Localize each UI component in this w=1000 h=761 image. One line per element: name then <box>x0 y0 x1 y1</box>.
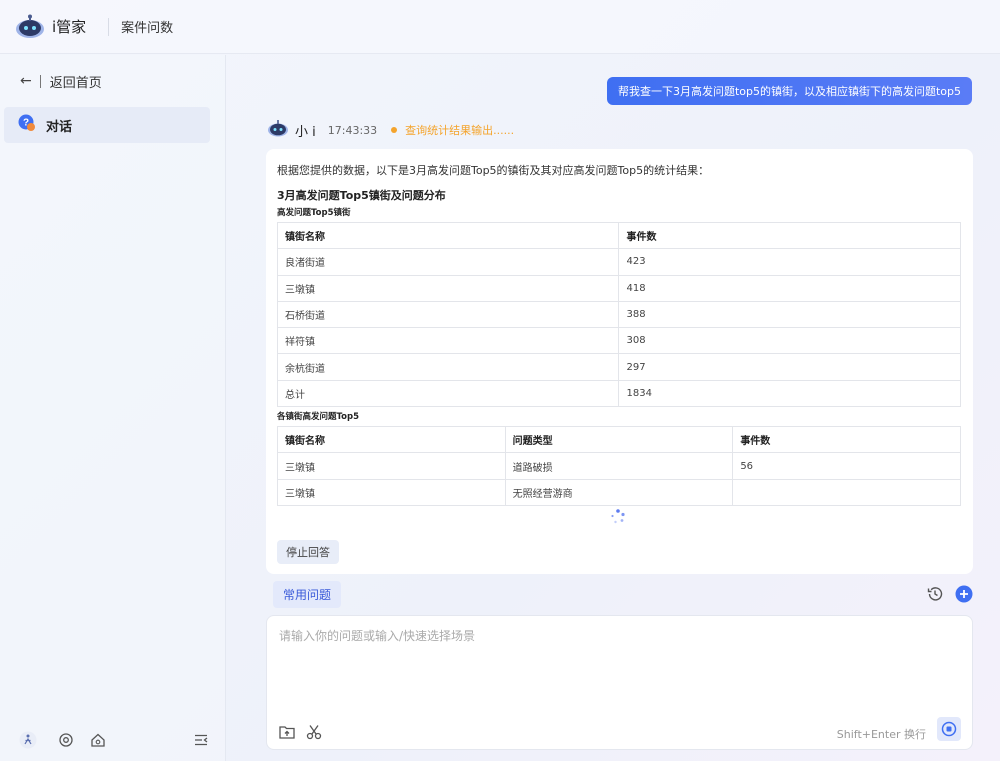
history-icon[interactable] <box>926 585 944 603</box>
table-header-cell: 问题类型 <box>504 426 734 454</box>
answer-intro: 根据您提供的数据，以下是3月高发问题Top5的镇街及其对应高发问题Top5的统计… <box>277 164 710 177</box>
table-header-cell: 镇街名称 <box>277 426 506 454</box>
chat-question-icon: ? <box>18 114 36 136</box>
table-cell: 56 <box>732 452 961 480</box>
table-header-cell: 事件数 <box>732 426 961 454</box>
newline-hint: Shift+Enter 换行 <box>836 728 926 741</box>
table-cell: 308 <box>618 327 961 355</box>
bot-meta: 小 i 17:43:33 查询统计结果输出...... <box>267 120 514 140</box>
divider <box>39 74 41 88</box>
table-row: 石桥街道 388 <box>276 300 961 329</box>
status-text: 查询统计结果输出...... <box>405 124 515 137</box>
table-cell: 良渚街道 <box>276 248 620 276</box>
status-dot <box>391 127 398 133</box>
upload-icon[interactable] <box>278 723 296 741</box>
table-cell: 388 <box>618 300 961 329</box>
table-cell: 297 <box>618 353 961 381</box>
table-header-row: 镇街名称 问题类型 事件数 <box>277 426 961 454</box>
table-cell <box>732 478 961 506</box>
table2-title: 各镇街高发问题Top5 <box>277 412 360 423</box>
answer-card: 根据您提供的数据，以下是3月高发问题Top5的镇街及其对应高发问题Top5的统计… <box>266 149 973 574</box>
page-title: 案件问数 <box>121 21 174 36</box>
svg-text:?: ? <box>23 118 29 129</box>
table1-title: 高发问题Top5镇街 <box>277 208 351 218</box>
back-home-label: 返回首页 <box>49 75 102 91</box>
table-header-cell: 镇街名称 <box>276 221 620 250</box>
send-button[interactable] <box>937 717 961 741</box>
sidebar-item-chat[interactable]: ? 对话 <box>4 107 210 143</box>
town-issues-table: 镇街名称 问题类型 事件数 三墩镇 道路破损 56 三墩镇 无照经营游商 <box>277 426 961 506</box>
back-home-link[interactable]: ← 返回首页 <box>20 71 102 91</box>
user-message: 帮我查一下3月高发问题top5的镇街，以及相应镇街下的高发问题top5 <box>606 77 972 105</box>
answer-section-title: 3月高发问题Top5镇街及问题分布 <box>277 189 446 202</box>
new-chat-icon[interactable] <box>955 585 973 603</box>
scissors-icon[interactable] <box>305 723 323 741</box>
arrow-left-icon: ← <box>20 73 32 89</box>
table-row: 余杭街道 297 <box>276 353 961 381</box>
table-cell: 三墩镇 <box>277 478 506 506</box>
table-cell: 祥符镇 <box>276 327 620 355</box>
table-row: 总计 1834 <box>276 379 961 408</box>
faq-button[interactable]: 常用问题 <box>273 581 341 608</box>
table-cell: 三墩镇 <box>276 274 620 302</box>
table-cell: 三墩镇 <box>277 452 506 480</box>
stop-answer-button[interactable]: 停止回答 <box>277 540 339 564</box>
table-cell: 无照经营游商 <box>504 478 734 506</box>
stop-circle-icon <box>941 721 957 737</box>
table-row: 三墩镇 道路破损 56 <box>277 452 961 480</box>
top-towns-table: 镇街名称 事件数 良渚街道 423 三墩镇 418 石桥街道 388 祥符镇 3… <box>276 221 961 408</box>
bot-avatar-icon <box>267 119 289 141</box>
table-header-row: 镇街名称 事件数 <box>276 221 961 250</box>
app-header: i管家 案件问数 <box>0 0 1000 54</box>
table-cell: 1834 <box>618 379 961 408</box>
table-cell: 总计 <box>276 379 620 408</box>
sidebar-item-label: 对话 <box>46 119 73 135</box>
sidebar-footer <box>0 731 226 751</box>
brand-name: i管家 <box>52 18 87 36</box>
table-cell: 石桥街道 <box>276 300 620 329</box>
table-cell: 423 <box>618 248 961 276</box>
robot-logo-icon <box>14 13 46 41</box>
table-cell: 道路破损 <box>504 452 734 480</box>
message-input[interactable]: 请输入你的问题或输入/快速选择场景 Shift+Enter 换行 <box>266 615 973 750</box>
home-icon[interactable] <box>89 731 107 749</box>
loading-spinner-icon <box>609 508 627 526</box>
input-placeholder: 请输入你的问题或输入/快速选择场景 <box>279 629 476 643</box>
message-time: 17:43:33 <box>327 123 378 137</box>
table-row: 三墩镇 无照经营游商 <box>277 478 961 506</box>
bot-name: 小 i <box>295 124 316 140</box>
table-cell: 余杭街道 <box>276 353 620 381</box>
table-row: 良渚街道 423 <box>276 248 961 276</box>
collapse-menu-icon[interactable] <box>192 731 210 749</box>
table-cell: 418 <box>618 274 961 302</box>
sidebar: ← 返回首页 ? 对话 <box>0 55 226 761</box>
settings-icon[interactable] <box>57 731 75 749</box>
table-header-cell: 事件数 <box>618 221 961 250</box>
table-row: 祥符镇 308 <box>276 327 961 355</box>
header-divider <box>108 17 110 36</box>
table-row: 三墩镇 418 <box>276 274 961 302</box>
chat-area: 帮我查一下3月高发问题top5的镇街，以及相应镇街下的高发问题top5 小 i … <box>227 55 1000 761</box>
accessibility-icon[interactable] <box>19 731 37 749</box>
